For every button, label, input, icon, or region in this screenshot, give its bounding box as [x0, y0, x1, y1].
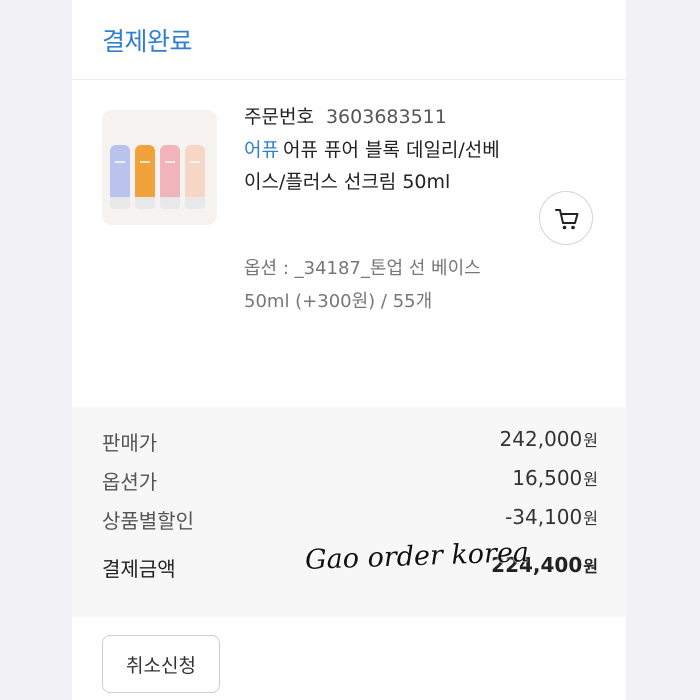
order-actions: 취소신청	[72, 617, 626, 700]
price-row-option: 옵션가 16,500원	[102, 466, 598, 502]
discount-label: 상품별할인	[102, 509, 194, 533]
product-section: 주문번호 3603683511 어퓨 어퓨 퓨어 블록 데일리/선베이스/플러스 …	[72, 80, 626, 407]
brand-name[interactable]: 어퓨	[244, 139, 279, 161]
order-number-line: 주문번호 3603683511	[244, 102, 447, 129]
sale-price-label: 판매가	[102, 431, 158, 455]
order-number: 3603683511	[325, 106, 447, 128]
product-tube-blue	[110, 145, 130, 209]
order-status-title: 결제완료	[102, 27, 193, 56]
total-label: 결제금액	[102, 557, 176, 581]
price-row-sale: 판매가 242,000원	[102, 427, 598, 463]
product-tube-pink	[160, 145, 180, 209]
add-to-cart-button[interactable]	[539, 191, 593, 245]
product-option: 옵션 : _34187_톤업 선 베이스50ml (+300원) / 55개	[244, 258, 481, 312]
option-price-label: 옵션가	[102, 470, 158, 494]
cancel-request-button[interactable]: 취소신청	[102, 635, 220, 693]
product-tube-orange	[135, 145, 155, 209]
product-name-line[interactable]: 어퓨 어퓨 퓨어 블록 데일리/선베이스/플러스 선크림 50ml	[244, 134, 514, 198]
order-card: 결제완료 주문번호 3603683511 어퓨 어퓨 퓨어 블록 데일리/선베이스…	[72, 0, 626, 700]
sale-price-value: 242,000원	[499, 427, 598, 451]
option-price-value: 16,500원	[512, 466, 598, 490]
order-number-label: 주문번호	[244, 106, 314, 128]
discount-value: -34,100원	[505, 505, 598, 529]
cart-icon	[555, 209, 579, 230]
product-thumbnail[interactable]	[102, 110, 217, 225]
price-summary: 판매가 242,000원 옵션가 16,500원 상품별할인 -34,100원 …	[72, 407, 626, 617]
status-header: 결제완료	[72, 0, 626, 80]
page: 결제완료 주문번호 3603683511 어퓨 어퓨 퓨어 블록 데일리/선베이스…	[0, 0, 700, 700]
price-row-discount: 상품별할인 -34,100원	[102, 505, 598, 541]
product-name[interactable]: 어퓨 퓨어 블록 데일리/선베이스/플러스 선크림 50ml	[244, 139, 500, 193]
product-tube-beige	[185, 145, 205, 209]
